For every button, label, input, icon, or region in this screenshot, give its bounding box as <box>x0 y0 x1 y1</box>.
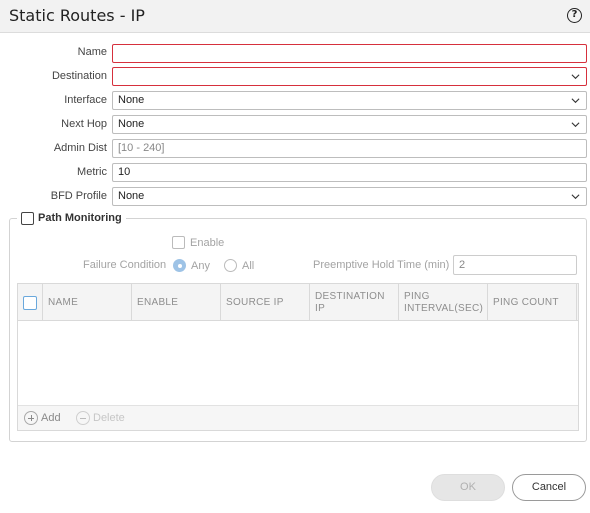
chevron-down-icon <box>571 194 580 200</box>
next-hop-value: None <box>118 118 145 130</box>
name-label: Name <box>77 46 107 58</box>
interface-value: None <box>118 94 145 106</box>
cancel-button[interactable]: Cancel <box>512 474 586 501</box>
radio-all-label: All <box>242 259 255 272</box>
next-hop-select[interactable]: None <box>112 115 587 134</box>
interface-select[interactable]: None <box>112 91 587 110</box>
ok-button[interactable]: OK <box>431 474 505 501</box>
select-all-checkbox[interactable] <box>23 296 37 310</box>
col-ping-count[interactable]: PING COUNT <box>488 284 577 321</box>
destination-label: Destination <box>51 70 107 82</box>
path-monitoring-label: Path Monitoring <box>38 212 122 224</box>
table-header: NAME ENABLE SOURCE IP DESTINATION IP PIN… <box>18 284 578 321</box>
table-footer: Add Delete <box>18 405 578 430</box>
preemptive-hold-time-input[interactable]: 2 <box>453 255 577 275</box>
chevron-down-icon <box>571 98 580 104</box>
delete-button[interactable]: Delete <box>76 411 125 425</box>
admin-dist-placeholder: [10 - 240] <box>118 142 165 154</box>
admin-dist-label: Admin Dist <box>53 142 107 154</box>
dialog-title: Static Routes - IP <box>9 6 145 25</box>
destination-select[interactable] <box>112 67 587 86</box>
col-source-ip[interactable]: SOURCE IP <box>221 284 310 321</box>
bfd-profile-select[interactable]: None <box>112 187 587 206</box>
add-label: Add <box>41 412 61 424</box>
path-monitor-table: NAME ENABLE SOURCE IP DESTINATION IP PIN… <box>17 283 579 431</box>
chevron-down-icon <box>571 122 580 128</box>
add-button[interactable]: Add <box>24 411 61 425</box>
delete-icon <box>76 411 90 425</box>
failure-condition-all-option[interactable]: All <box>224 259 254 272</box>
col-enable[interactable]: ENABLE <box>132 284 221 321</box>
radio-any[interactable] <box>173 259 186 272</box>
dialog-title-bar: Static Routes - IP ? <box>0 0 590 33</box>
admin-dist-input[interactable]: [10 - 240] <box>112 139 587 158</box>
interface-label: Interface <box>64 94 107 106</box>
chevron-down-icon <box>571 74 580 80</box>
add-icon <box>24 411 38 425</box>
next-hop-label: Next Hop <box>61 118 107 130</box>
metric-value: 10 <box>118 166 131 178</box>
delete-label: Delete <box>93 412 125 424</box>
preemptive-hold-time-label: Preemptive Hold Time (min) <box>313 259 450 271</box>
select-all-column <box>18 284 43 321</box>
bfd-profile-label: BFD Profile <box>50 190 107 202</box>
path-monitoring-header[interactable]: Path Monitoring <box>17 210 126 226</box>
name-input[interactable] <box>112 44 587 63</box>
enable-checkbox[interactable] <box>172 236 185 249</box>
radio-any-label: Any <box>191 259 210 272</box>
bfd-profile-value: None <box>118 190 145 202</box>
failure-condition-label: Failure Condition <box>83 259 167 271</box>
metric-input[interactable]: 10 <box>112 163 587 182</box>
col-destination-ip[interactable]: DESTINATION IP <box>310 284 399 321</box>
help-icon[interactable]: ? <box>567 8 582 23</box>
enable-label: Enable <box>190 236 225 249</box>
col-name[interactable]: NAME <box>43 284 132 321</box>
col-ping-interval[interactable]: PING INTERVAL(SEC) <box>399 284 488 321</box>
path-monitoring-checkbox[interactable] <box>21 211 34 225</box>
radio-all[interactable] <box>224 259 237 272</box>
metric-label: Metric <box>77 166 107 178</box>
failure-condition-any-option[interactable]: Any <box>173 259 210 272</box>
enable-checkbox-row[interactable]: Enable <box>172 236 224 249</box>
